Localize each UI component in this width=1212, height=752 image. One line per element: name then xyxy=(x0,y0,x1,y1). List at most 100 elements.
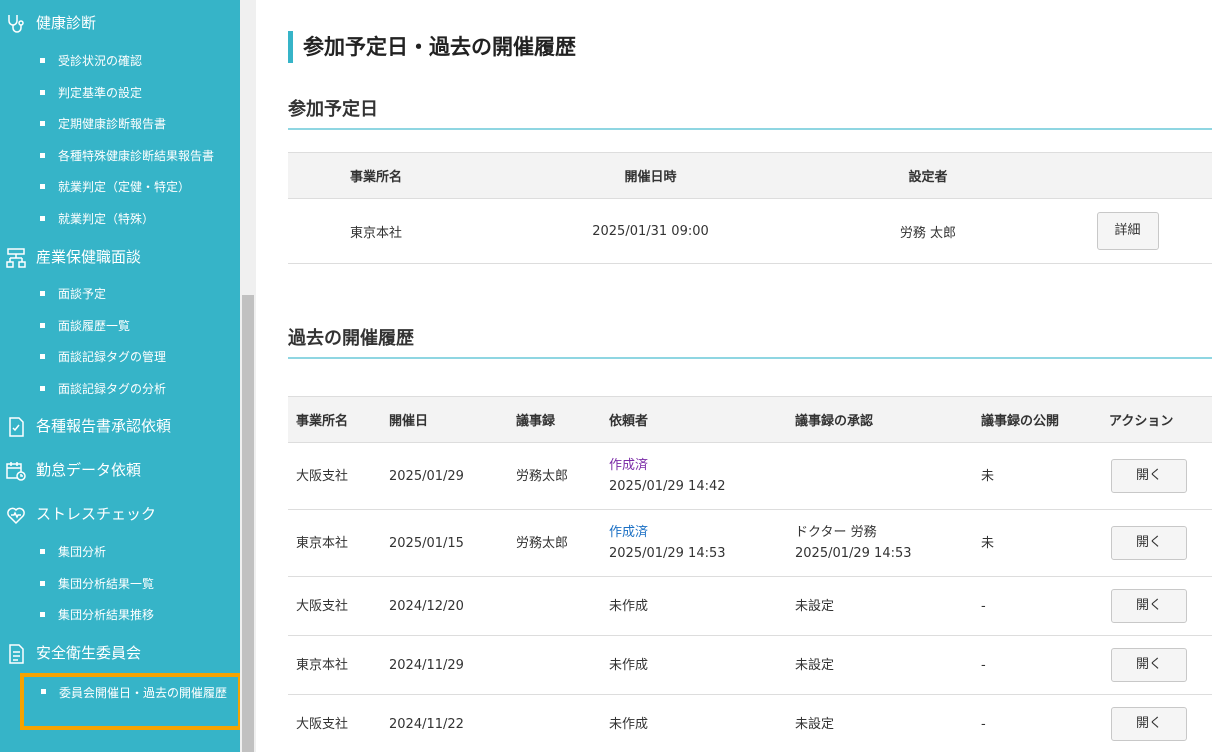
sidebar-section-report-approval[interactable]: 各種報告書承認依頼 xyxy=(0,409,240,443)
open-button[interactable]: 開く xyxy=(1111,526,1187,560)
sidebar-item-interview-history[interactable]: 面談履歴一覧 xyxy=(0,313,240,339)
bullet-marker xyxy=(40,216,45,221)
requester-status-link[interactable]: 作成済 xyxy=(609,522,787,543)
column-header: 開催日時 xyxy=(488,152,813,199)
bullet-marker xyxy=(40,354,45,359)
sidebar-item-tag-analysis[interactable]: 面談記録タグの分析 xyxy=(0,376,240,402)
sidebar-item-label: 各種特殊健康診断結果報告書 xyxy=(58,149,215,163)
sidebar-item-label: 受診状況の確認 xyxy=(58,54,143,68)
bullet-marker xyxy=(41,689,46,694)
sidebar-item-group-analysis[interactable]: 集団分析 xyxy=(0,539,240,565)
minutes-cell xyxy=(508,635,601,695)
sidebar-item-tag-management[interactable]: 面談記録タグの管理 xyxy=(0,344,240,370)
sidebar-section-safety-committee[interactable]: 安全衛生委員会 xyxy=(0,636,240,670)
sidebar-section-label: ストレスチェック xyxy=(36,505,157,523)
sidebar-section-occupational-interview[interactable]: 産業保健職面談 xyxy=(0,240,240,274)
table-header-row: 事業所名 開催日 議事録 依頼者 議事録の承認 議事録の公開 アクション xyxy=(288,396,1212,443)
table-row: 東京本社 2024/11/29 未作成 未設定 - 開く xyxy=(288,635,1212,695)
requester-cell: 未作成 xyxy=(601,576,787,636)
bullet-marker xyxy=(40,184,45,189)
column-header: 設定者 xyxy=(813,152,1043,199)
date-cell: 2024/11/29 xyxy=(381,635,508,695)
sidebar-section-label: 各種報告書承認依頼 xyxy=(36,417,172,435)
approval-cell: 未設定 xyxy=(787,694,973,752)
office-cell: 大阪支社 xyxy=(288,694,381,752)
action-cell: 詳細 xyxy=(1043,198,1212,264)
checklist-document-icon xyxy=(9,417,24,437)
published-cell: - xyxy=(973,694,1101,752)
sidebar-item-periodic-report[interactable]: 定期健康診断報告書 xyxy=(0,111,240,137)
open-button[interactable]: 開く xyxy=(1111,459,1187,493)
approval-cell: 未設定 xyxy=(787,576,973,636)
minutes-cell xyxy=(508,576,601,636)
column-header: 議事録の公開 xyxy=(973,396,1101,443)
sidebar-section-attendance-request[interactable]: 勤怠データ依頼 xyxy=(0,453,240,487)
date-cell: 2024/11/22 xyxy=(381,694,508,752)
open-button[interactable]: 開く xyxy=(1111,707,1187,741)
sidebar-section-label: 健康診断 xyxy=(36,14,97,32)
sidebar-section-label: 安全衛生委員会 xyxy=(36,644,142,662)
sidebar-item-label: 就業判定（定健・特定） xyxy=(58,180,191,194)
sidebar-item-exam-status[interactable]: 受診状況の確認 xyxy=(0,48,240,74)
approval-cell: 未設定 xyxy=(787,635,973,695)
minutes-cell: 労務太郎 xyxy=(508,509,601,577)
action-cell: 開く xyxy=(1101,509,1212,577)
sidebar-item-label: 集団分析結果一覧 xyxy=(58,577,155,591)
requester-status-link[interactable]: 作成済 xyxy=(609,455,787,476)
sidebar-item-group-analysis-trend[interactable]: 集団分析結果推移 xyxy=(0,602,240,628)
open-button[interactable]: 開く xyxy=(1111,589,1187,623)
table-row: 大阪支社 2025/01/29 労務太郎 作成済 2025/01/29 14:4… xyxy=(288,442,1212,510)
sidebar-scrollbar[interactable] xyxy=(240,0,256,752)
sidebar-item-committee-schedule-active[interactable]: 委員会開催日・過去の開催履歴 xyxy=(20,673,240,730)
action-cell: 開く xyxy=(1101,694,1212,752)
sidebar-item-label: 面談予定 xyxy=(58,287,107,301)
sidebar-item-criteria-settings[interactable]: 判定基準の設定 xyxy=(0,80,240,106)
open-button[interactable]: 開く xyxy=(1111,648,1187,682)
bullet-marker xyxy=(40,612,45,617)
date-cell: 2024/12/20 xyxy=(381,576,508,636)
bullet-marker xyxy=(40,581,45,586)
sidebar-item-label: 委員会開催日・過去の開催履歴 xyxy=(59,686,228,700)
column-header-empty xyxy=(1043,152,1212,199)
upcoming-section-heading: 参加予定日 xyxy=(288,95,1212,130)
sidebar-item-work-judgment-general[interactable]: 就業判定（定健・特定） xyxy=(0,174,240,200)
requester-time: 2025/01/29 14:53 xyxy=(609,546,726,561)
requester-time: 2025/01/29 14:42 xyxy=(609,479,726,494)
bullet-marker xyxy=(40,549,45,554)
heart-icon xyxy=(7,507,25,525)
sidebar: 健康診断 受診状況の確認 判定基準の設定 定期健康診断報告書 各種特殊健康診断結… xyxy=(0,0,240,752)
table-row: 東京本社 2025/01/31 09:00 労務 太郎 詳細 xyxy=(288,198,1212,264)
sidebar-item-label: 面談記録タグの管理 xyxy=(58,350,167,364)
upcoming-table: 事業所名 開催日時 設定者 東京本社 2025/01/31 09:00 労務 太… xyxy=(288,152,1212,264)
requester-cell: 作成済 2025/01/29 14:42 xyxy=(601,442,787,510)
requester-cell: 作成済 2025/01/29 14:53 xyxy=(601,509,787,577)
sidebar-item-label: 就業判定（特殊） xyxy=(58,212,155,226)
minutes-cell: 労務太郎 xyxy=(508,442,601,510)
sidebar-item-interview-schedule[interactable]: 面談予定 xyxy=(0,281,240,307)
bullet-marker xyxy=(40,58,45,63)
sidebar-item-label: 面談記録タグの分析 xyxy=(58,382,167,396)
column-header: 依頼者 xyxy=(601,396,787,443)
sidebar-item-label: 定期健康診断報告書 xyxy=(58,117,167,131)
column-header: 事業所名 xyxy=(288,396,381,443)
sidebar-item-work-judgment-special[interactable]: 就業判定（特殊） xyxy=(0,206,240,232)
bullet-marker xyxy=(40,153,45,158)
detail-button[interactable]: 詳細 xyxy=(1096,212,1159,250)
office-cell: 東京本社 xyxy=(288,635,381,695)
table-row: 大阪支社 2024/12/20 未作成 未設定 - 開く xyxy=(288,576,1212,636)
minutes-cell xyxy=(508,694,601,752)
sidebar-section-health-checkup[interactable]: 健康診断 xyxy=(0,6,240,40)
column-header: 議事録 xyxy=(508,396,601,443)
sidebar-section-label: 勤怠データ依頼 xyxy=(36,461,142,479)
column-header: 事業所名 xyxy=(288,152,488,199)
sidebar-item-label: 集団分析結果推移 xyxy=(58,608,155,622)
office-cell: 東京本社 xyxy=(288,198,488,264)
sidebar-section-stress-check[interactable]: ストレスチェック xyxy=(0,497,240,531)
sidebar-item-label: 判定基準の設定 xyxy=(58,86,143,100)
date-cell: 2025/01/15 xyxy=(381,509,508,577)
document-icon xyxy=(9,644,24,664)
sidebar-item-special-report[interactable]: 各種特殊健康診断結果報告書 xyxy=(0,143,240,169)
sidebar-item-group-analysis-list[interactable]: 集団分析結果一覧 xyxy=(0,571,240,597)
calendar-clock-icon xyxy=(6,462,26,481)
scrollbar-thumb[interactable] xyxy=(242,295,254,752)
